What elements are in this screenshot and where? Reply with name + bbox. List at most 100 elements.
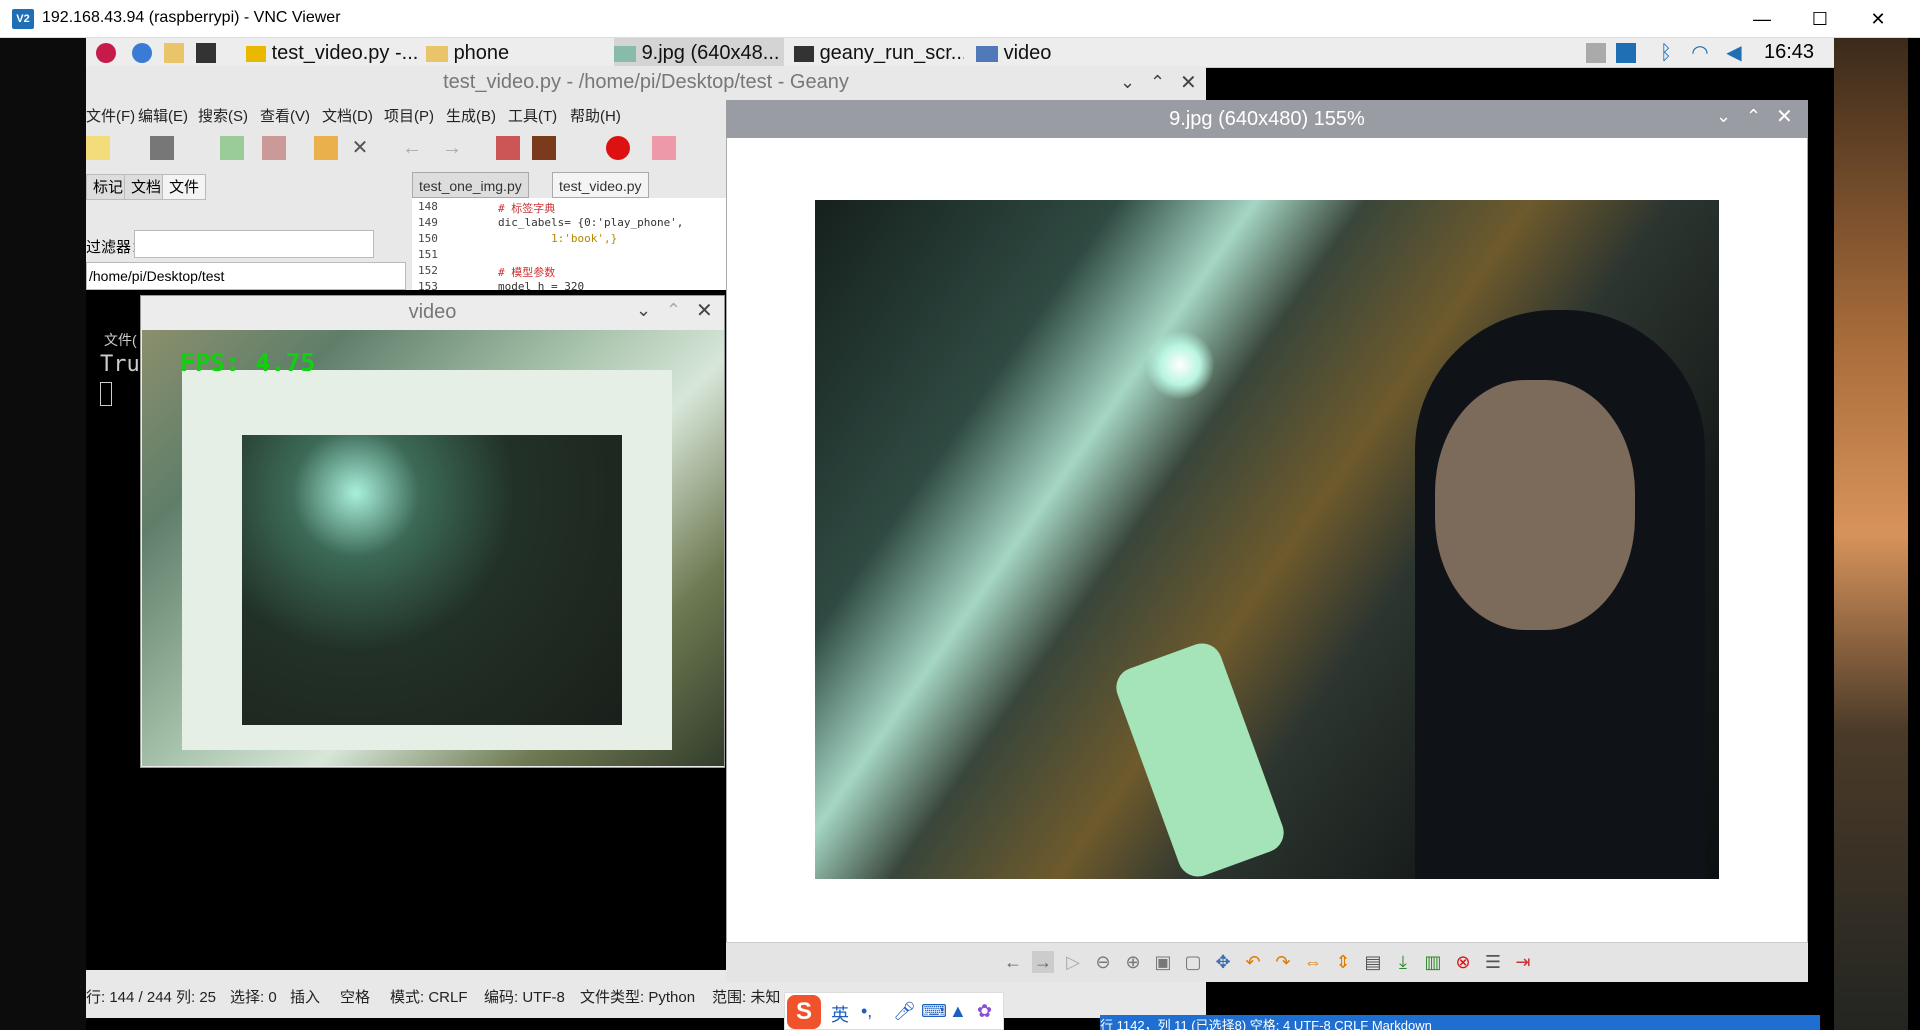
rotate-right-icon[interactable]: ↷ — [1272, 951, 1294, 973]
close-icon[interactable]: ✕ — [696, 298, 713, 323]
filter-input[interactable] — [134, 230, 374, 258]
taskbar-item-label: video — [1003, 42, 1052, 64]
taskbar-item-terminal[interactable]: geany_run_scr... — [794, 38, 964, 68]
flip-vertical-icon[interactable]: ⇕ — [1332, 951, 1354, 973]
menu-tools[interactable]: 工具(T) — [508, 105, 557, 126]
code-editor[interactable]: 148 # 标签字典 149 dic_labels= {0:'play_phon… — [412, 198, 726, 292]
status-insert: 插入 — [290, 989, 321, 1006]
chevron-down-icon[interactable]: ⌄ — [1120, 72, 1135, 93]
terminal-output: Tru — [100, 352, 140, 377]
terminal-file-label: 文件( — [104, 332, 137, 348]
tab-test-one-img[interactable]: test_one_img.py — [412, 172, 529, 198]
keyboard-icon[interactable] — [1586, 43, 1606, 63]
tab-files[interactable]: 文件 — [162, 174, 207, 200]
browser-icon[interactable] — [132, 43, 152, 63]
tab-test-video[interactable]: test_video.py — [552, 172, 649, 198]
window-title: 192.168.43.94 (raspberrypi) - VNC Viewer — [42, 9, 341, 26]
menu-file[interactable]: 文件(F) — [86, 105, 135, 126]
menu-build[interactable]: 生成(B) — [446, 105, 496, 126]
sogou-logo-icon[interactable]: S — [787, 995, 821, 1029]
chevron-up-icon[interactable]: ⌃ — [1746, 106, 1761, 127]
image-icon — [614, 45, 636, 62]
save-all-icon[interactable] — [262, 136, 286, 160]
chevron-up-icon[interactable]: ⌃ — [1150, 72, 1165, 93]
menu-help[interactable]: 帮助(H) — [570, 105, 621, 126]
compile-icon[interactable] — [496, 136, 520, 160]
forward-icon[interactable]: → — [442, 136, 466, 160]
file-manager-icon[interactable] — [164, 43, 184, 63]
open-file-icon[interactable] — [150, 136, 174, 160]
captured-photo — [242, 435, 622, 725]
ime-language[interactable]: 英 — [831, 1001, 849, 1027]
path-combo[interactable]: /home/pi/Desktop/test — [86, 262, 406, 290]
back-icon[interactable]: ← — [402, 136, 426, 160]
folder-icon — [426, 45, 448, 62]
taskbar-item-image[interactable]: 9.jpg (640x48... — [614, 38, 784, 68]
toolbox-icon[interactable]: ✿ — [977, 1001, 992, 1022]
taskbar-item-label: test_video.py -... — [271, 42, 419, 64]
maximize-button[interactable]: ☐ — [1791, 0, 1849, 38]
status-selection: 选择: 0 — [230, 989, 277, 1006]
zoom-fit-icon[interactable]: ▣ — [1152, 951, 1174, 973]
ime-punctuation[interactable]: •, — [861, 1001, 872, 1022]
vnc-tray-icon[interactable] — [1616, 43, 1636, 63]
menu-project[interactable]: 项目(P) — [384, 105, 434, 126]
close-icon[interactable]: ✕ — [1180, 70, 1197, 95]
close-image-icon[interactable]: ⊗ — [1452, 951, 1474, 973]
zoom-out-icon[interactable]: ⊖ — [1092, 951, 1114, 973]
desktop-left — [0, 38, 86, 1030]
face-region — [1435, 380, 1635, 630]
rotate-left-icon[interactable]: ↶ — [1242, 951, 1264, 973]
bluetooth-icon[interactable]: ᛒ — [1656, 43, 1676, 63]
taskbar-item-phone[interactable]: phone — [426, 38, 606, 68]
menu-view[interactable]: 查看(V) — [260, 105, 310, 126]
save-icon[interactable] — [220, 136, 244, 160]
close-button[interactable]: ✕ — [1849, 0, 1907, 38]
delete-icon[interactable]: ▥ — [1422, 951, 1444, 973]
code-line: # 标签字典 — [498, 202, 556, 215]
skin-icon[interactable]: ▲ — [949, 1001, 967, 1022]
status-line: 行: 144 / 244 — [86, 989, 172, 1006]
clock: 16:43 — [1764, 41, 1815, 63]
previous-icon[interactable]: ← — [1002, 951, 1024, 973]
run-icon[interactable] — [606, 136, 630, 160]
keyboard-icon[interactable]: ⌨ — [921, 1001, 947, 1022]
line-number: 150 — [418, 232, 438, 245]
displayed-photo — [815, 200, 1719, 879]
minimize-button[interactable]: — — [1733, 0, 1791, 38]
revert-icon[interactable] — [314, 136, 338, 160]
viewer-toolbar: ← → ▷ ⊖ ⊕ ▣ ▢ ✥ ↶ ↷ ⇔ ⇕ ▤ ⤓ ▥ ⊗ ☰ ⇥ — [726, 942, 1808, 982]
taskbar-item-video[interactable]: video — [976, 38, 1116, 68]
fullscreen-icon[interactable]: ✥ — [1212, 951, 1234, 973]
phone-object — [1110, 637, 1290, 879]
save-icon[interactable]: ⤓ — [1392, 951, 1414, 973]
flip-horizontal-icon[interactable]: ⇔ — [1302, 951, 1324, 973]
build-icon[interactable] — [532, 136, 556, 160]
chevron-up-icon[interactable]: ⌃ — [666, 300, 681, 321]
microphone-icon[interactable]: 🎤︎ — [893, 1001, 916, 1022]
chevron-down-icon[interactable]: ⌄ — [1716, 106, 1731, 127]
filter-row: 过滤器： — [86, 230, 406, 260]
zoom-original-icon[interactable]: ▢ — [1182, 951, 1204, 973]
preferences-icon[interactable]: ☰ — [1482, 951, 1504, 973]
color-chooser-icon[interactable] — [652, 136, 676, 160]
menu-edit[interactable]: 编辑(E) — [138, 105, 188, 126]
close-file-icon[interactable]: ✕ — [348, 136, 372, 160]
geany-title: test_video.py - /home/pi/Desktop/test - … — [86, 66, 1206, 98]
zoom-in-icon[interactable]: ⊕ — [1122, 951, 1144, 973]
menu-document[interactable]: 文档(D) — [322, 105, 373, 126]
new-file-icon[interactable] — [86, 136, 110, 160]
play-icon[interactable]: ▷ — [1062, 951, 1084, 973]
raspberry-menu-icon[interactable] — [96, 43, 116, 63]
line-number: 148 — [418, 200, 438, 213]
next-icon[interactable]: → — [1032, 951, 1054, 973]
open-icon[interactable]: ▤ — [1362, 951, 1384, 973]
quit-icon[interactable]: ⇥ — [1512, 951, 1534, 973]
volume-icon[interactable]: ◀ — [1724, 43, 1744, 63]
terminal-icon[interactable] — [196, 43, 216, 63]
chevron-down-icon[interactable]: ⌄ — [636, 300, 651, 321]
menu-search[interactable]: 搜索(S) — [198, 105, 248, 126]
geany-icon — [246, 45, 266, 62]
close-icon[interactable]: ✕ — [1776, 104, 1793, 129]
wifi-icon[interactable]: ◠ — [1690, 43, 1710, 63]
